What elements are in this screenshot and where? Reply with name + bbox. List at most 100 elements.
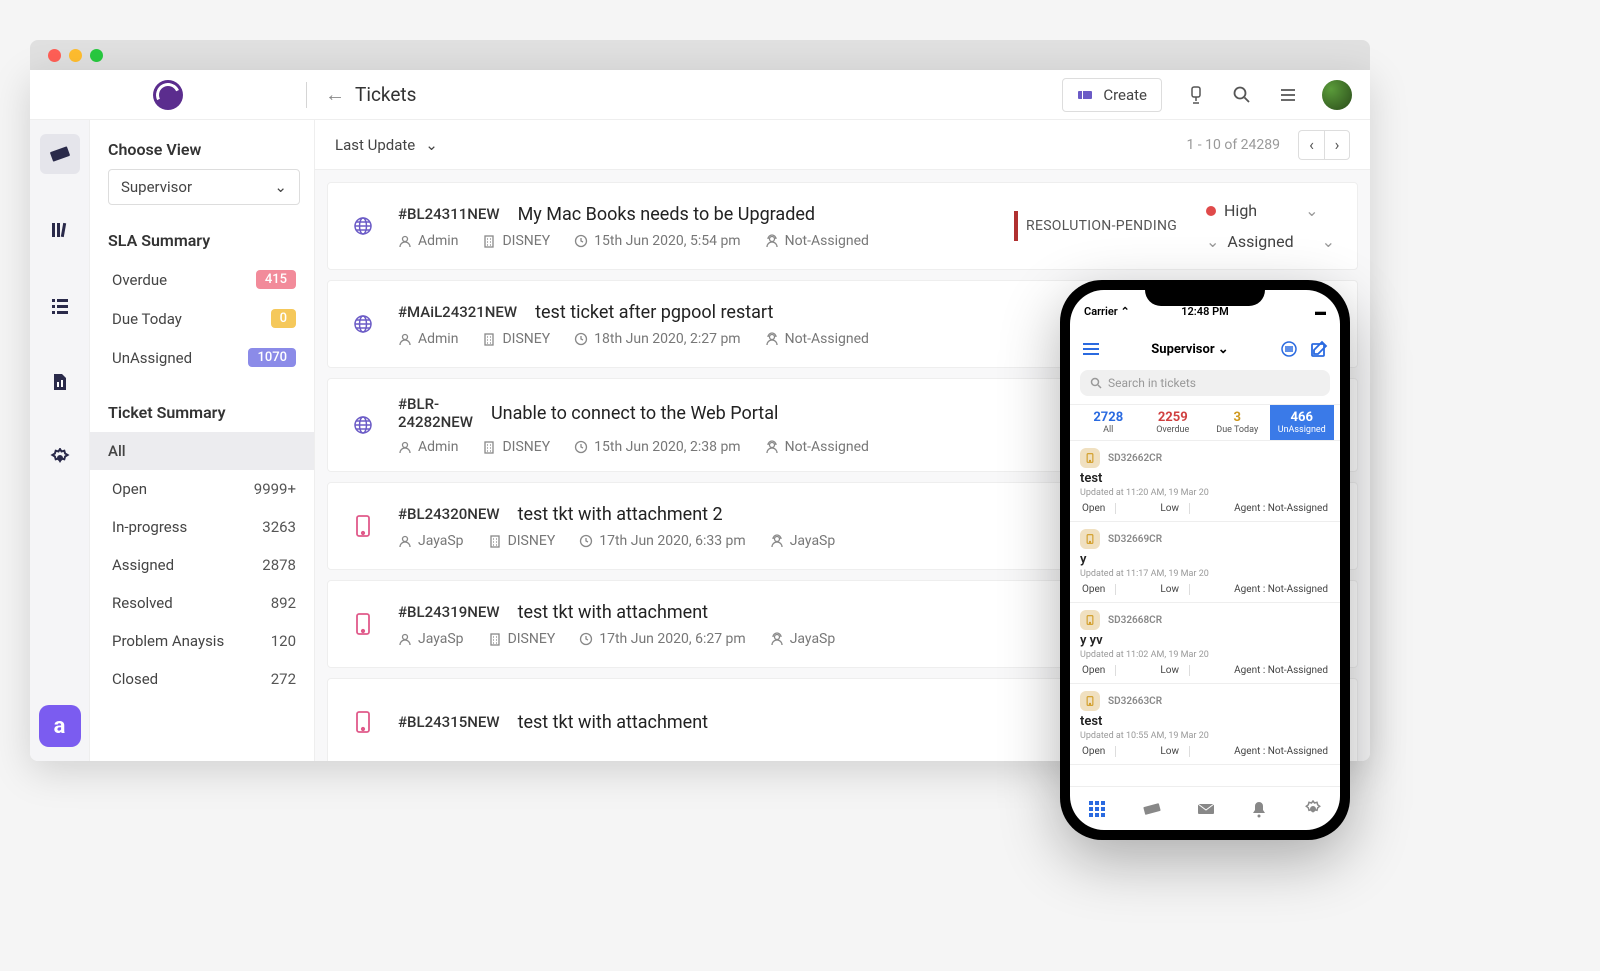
ticket-id: #BL24315NEW <box>398 713 500 731</box>
phone-tab-gear-icon[interactable] <box>1304 800 1322 818</box>
ticket-filter-closed[interactable]: Closed 272 <box>108 660 300 698</box>
phone-compose-icon[interactable] <box>1310 340 1328 358</box>
phone-ticket-id: SD32662CR <box>1108 453 1162 464</box>
filter-count: 120 <box>271 632 296 650</box>
priority-dot-icon <box>1206 206 1216 216</box>
phone-tab-bell-icon[interactable] <box>1251 800 1267 818</box>
maximize-window-dot[interactable] <box>90 49 103 62</box>
filter-count: 892 <box>271 594 296 612</box>
minimize-window-dot[interactable] <box>69 49 82 62</box>
chevron-down-icon: ⌄ <box>1305 201 1318 220</box>
pager-prev-button[interactable]: ‹ <box>1298 130 1324 160</box>
ticket-id: #BL24320NEW <box>398 505 500 523</box>
phone-ticket-row[interactable]: SD32662CRtestUpdated at 11:20 AM, 19 Mar… <box>1070 441 1340 522</box>
phone-ticket-title: test <box>1080 471 1330 486</box>
globe-icon <box>352 215 374 237</box>
ticket-filter-open[interactable]: Open 9999+ <box>108 470 300 508</box>
sla-count-badge: 1070 <box>248 348 296 367</box>
nav-list-icon[interactable] <box>40 286 80 326</box>
hamburger-menu-icon[interactable] <box>1276 83 1300 107</box>
filter-label: Assigned <box>112 556 174 574</box>
carrier-text: Carrier ⌃ <box>1084 305 1130 318</box>
ticket-filter-in-progress[interactable]: In-progress 3263 <box>108 508 300 546</box>
app-badge-icon[interactable]: a <box>39 705 81 747</box>
ticket-id: #BLR-24282NEW <box>398 395 473 431</box>
status-badge: RESOLUTION-PENDING <box>1014 211 1184 241</box>
nav-library-icon[interactable] <box>40 210 80 250</box>
ticket-channel-icon <box>350 412 376 438</box>
phone-ticket-meta: OpenLowAgent : Not-Assigned <box>1080 746 1330 757</box>
sla-item-overdue[interactable]: Overdue 415 <box>108 260 300 299</box>
ticket-agent: Not-Assigned <box>765 439 869 455</box>
nav-file-icon[interactable] <box>40 362 80 402</box>
touch-icon[interactable] <box>1184 83 1208 107</box>
phone-time: 12:48 PM <box>1181 305 1229 318</box>
phone-device: Carrier ⌃ 12:48 PM ▬ Supervisor ⌄ Search… <box>1060 280 1350 840</box>
phone-ticket-title: y <box>1080 552 1330 567</box>
phone-chip-overdue[interactable]: 2259 Overdue <box>1141 405 1206 440</box>
assign-select[interactable]: ⌄Assigned⌄ <box>1206 232 1335 251</box>
phone-ticket-channel-icon <box>1080 448 1100 468</box>
nav-tickets-icon[interactable] <box>40 134 80 174</box>
ticket-company: DISNEY <box>482 331 550 347</box>
create-button[interactable]: Create <box>1062 78 1162 112</box>
sort-dropdown[interactable]: Last Update ⌄ <box>335 136 438 154</box>
filter-count: 2878 <box>262 556 296 574</box>
phone-chip-unassigned[interactable]: 466 UnAssigned <box>1270 405 1335 440</box>
phone-header: Supervisor ⌄ <box>1070 332 1340 366</box>
ticket-date: 18th Jun 2020, 2:27 pm <box>574 331 740 347</box>
filter-label: Closed <box>112 670 158 688</box>
sla-item-unassigned[interactable]: UnAssigned 1070 <box>108 338 300 377</box>
ticket-company: DISNEY <box>488 631 556 647</box>
phone-tab-ticket-icon[interactable] <box>1143 800 1161 818</box>
ticket-reporter: Admin <box>398 439 458 455</box>
phone-ticket-row[interactable]: SD32663CRtestUpdated at 10:55 AM, 19 Mar… <box>1070 684 1340 765</box>
filter-label: Problem Anaysis <box>112 632 224 650</box>
ticket-reporter: JayaSp <box>398 631 464 647</box>
ticket-title: test ticket after pgpool restart <box>535 302 773 323</box>
topbar: ← Tickets Create <box>30 70 1370 120</box>
ticket-filter-all[interactable]: All <box>90 432 314 470</box>
ticket-filter-problem-analysis[interactable]: Problem Anaysis 120 <box>108 622 300 660</box>
phone-chip-due-today[interactable]: 3 Due Today <box>1205 405 1270 440</box>
phone-tab-grid-icon[interactable] <box>1088 800 1106 818</box>
ticket-filter-assigned[interactable]: Assigned 2878 <box>108 546 300 584</box>
phone-chip-all[interactable]: 2728 All <box>1076 405 1141 440</box>
app-logo-icon[interactable] <box>153 80 183 110</box>
phone-ticket-updated: Updated at 11:02 AM, 19 Mar 20 <box>1080 650 1330 660</box>
back-arrow-icon[interactable]: ← <box>325 82 345 107</box>
search-placeholder: Search in tickets <box>1108 376 1196 390</box>
phone-ticket-meta: OpenLowAgent : Not-Assigned <box>1080 665 1330 676</box>
sla-count-badge: 0 <box>271 309 296 328</box>
phone-ticket-channel-icon <box>1080 610 1100 630</box>
pager-text: 1 - 10 of 24289 <box>1186 137 1280 153</box>
ticket-row[interactable]: #BL24311NEWMy Mac Books needs to be Upgr… <box>327 182 1358 270</box>
filter-count: 3263 <box>262 518 296 536</box>
phone-refresh-icon[interactable] <box>1280 340 1298 358</box>
ticket-agent: Not-Assigned <box>765 233 869 249</box>
search-icon[interactable] <box>1230 83 1254 107</box>
phone-search-input[interactable]: Search in tickets <box>1080 370 1330 396</box>
user-avatar[interactable] <box>1322 80 1352 110</box>
ticket-title: test tkt with attachment 2 <box>518 504 723 525</box>
view-select[interactable]: Supervisor ⌄ <box>108 169 300 205</box>
ticket-filter-resolved[interactable]: Resolved 892 <box>108 584 300 622</box>
phone-ticket-title: test <box>1080 714 1330 729</box>
phone-ticket-row[interactable]: SD32669CRyUpdated at 11:17 AM, 19 Mar 20… <box>1070 522 1340 603</box>
sla-label: Overdue <box>112 271 167 289</box>
close-window-dot[interactable] <box>48 49 61 62</box>
nav-settings-icon[interactable] <box>40 438 80 478</box>
phone-hamburger-icon[interactable] <box>1082 342 1100 356</box>
phone-tab-mail-icon[interactable] <box>1197 800 1215 818</box>
ticket-title: test tkt with attachment <box>518 712 708 733</box>
sla-label: Due Today <box>112 310 182 328</box>
pager-next-button[interactable]: › <box>1324 130 1350 160</box>
priority-select[interactable]: High⌄ <box>1206 201 1319 220</box>
phone-chip-row: 2728 All 2259 Overdue 3 Due Today 466 Un… <box>1070 404 1340 441</box>
phone-ticket-id: SD32663CR <box>1108 696 1162 707</box>
filter-label: In-progress <box>112 518 187 536</box>
mobile-icon <box>354 514 372 538</box>
phone-title[interactable]: Supervisor ⌄ <box>1151 342 1228 357</box>
sla-item-due-today[interactable]: Due Today 0 <box>108 299 300 338</box>
phone-ticket-row[interactable]: SD32668CRy yvUpdated at 11:02 AM, 19 Mar… <box>1070 603 1340 684</box>
